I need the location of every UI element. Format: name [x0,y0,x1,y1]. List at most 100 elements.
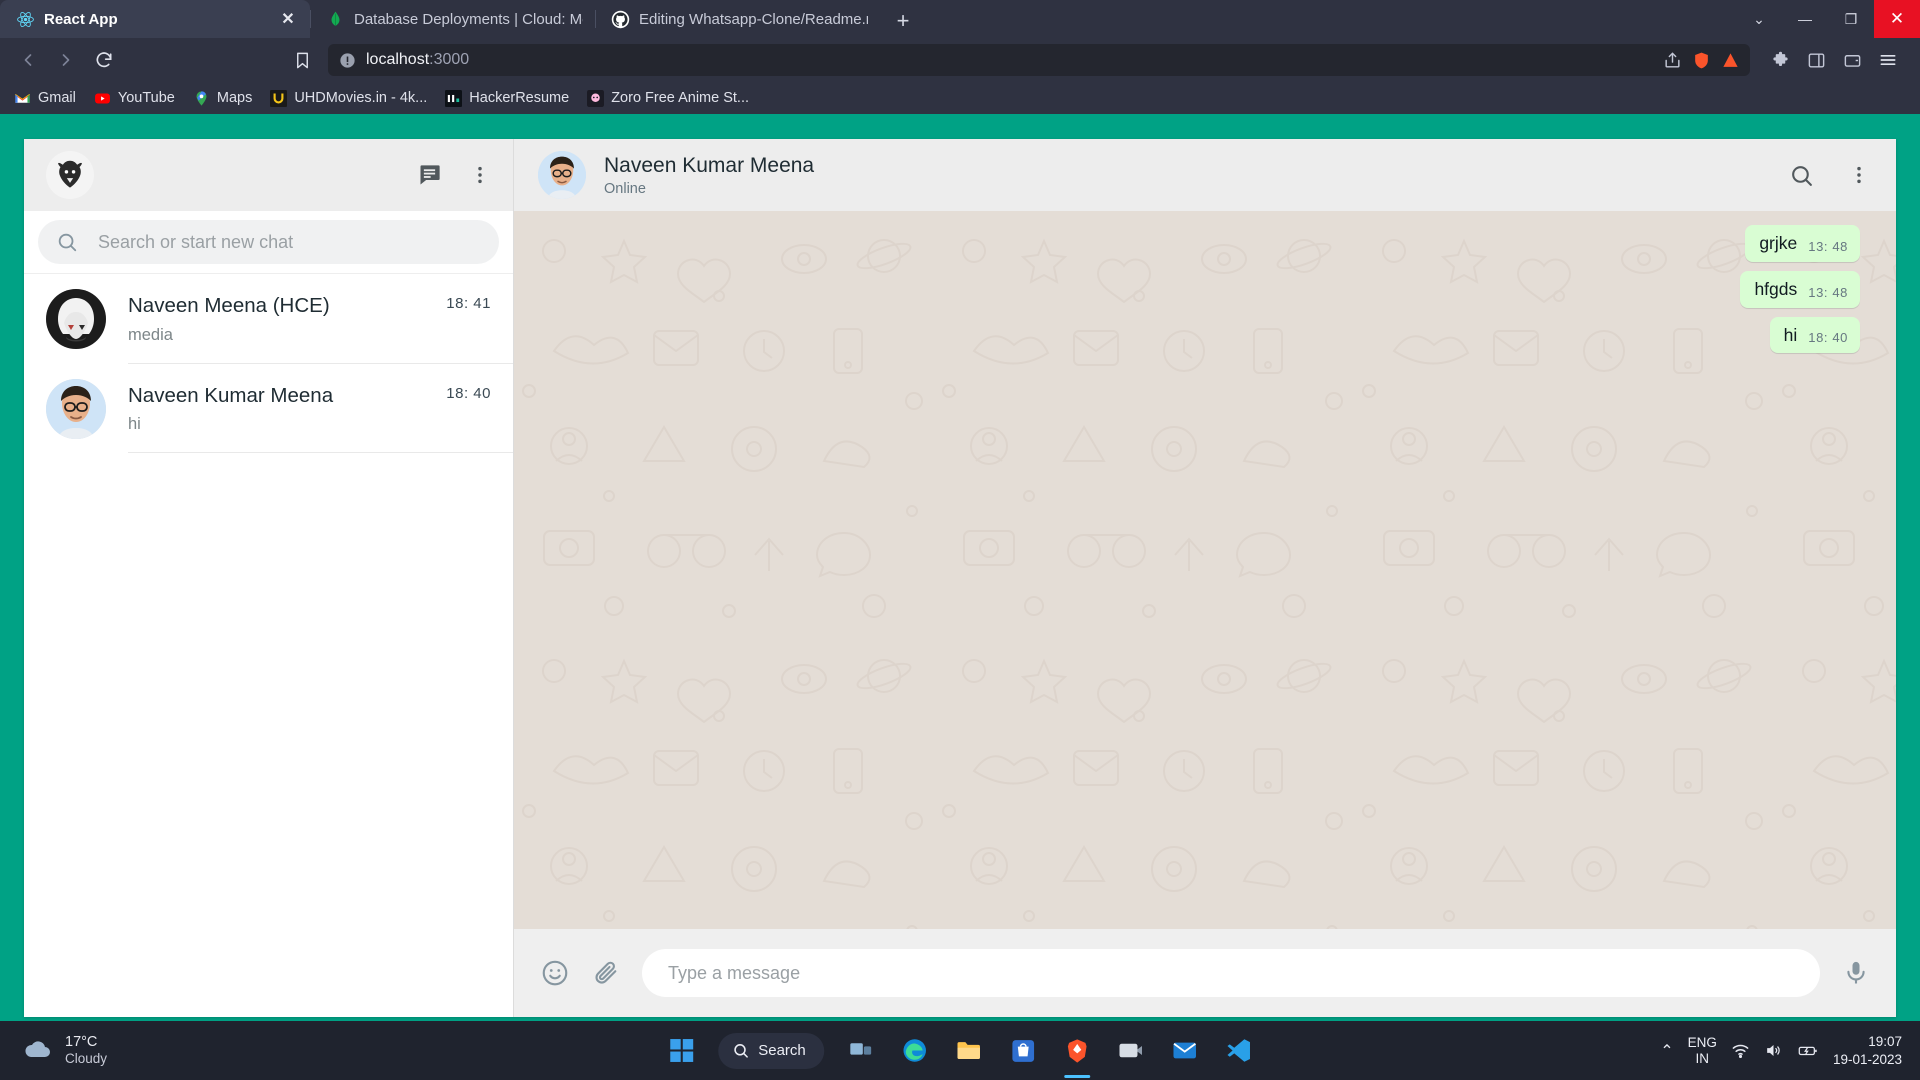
react-icon [16,10,35,29]
chat-avatar [46,379,106,439]
extensions-button[interactable] [1764,44,1796,76]
language-line-2: IN [1688,1051,1717,1067]
uhdmovies-icon [270,90,287,107]
voice-message-button[interactable] [1842,959,1870,987]
start-button[interactable] [658,1028,704,1074]
attachment-button[interactable] [592,959,620,987]
more-options-icon [469,164,491,186]
zoro-icon [587,90,604,107]
chat-item-texts: Naveen Kumar Meena hi [128,382,446,435]
language-line-1: ENG [1688,1035,1717,1051]
show-hidden-icons-button[interactable]: ⌃ [1660,1041,1673,1061]
hackerresume-icon [445,90,462,107]
minimize-button[interactable]: — [1782,0,1828,38]
url-text: localhost:3000 [366,51,469,69]
bookmark-uhdmovies[interactable]: UHDMovies.in - 4k... [270,90,427,107]
mail-icon [1171,1037,1198,1064]
clock-date: 19-01-2023 [1833,1051,1902,1069]
message-input[interactable] [668,963,1794,984]
chat-list-item-2[interactable]: Naveen Kumar Meena hi 18: 40 [24,364,513,454]
tab-close-button[interactable]: ✕ [278,9,298,29]
address-bar[interactable]: localhost:3000 [328,44,1750,76]
chat-search-button[interactable] [1789,163,1814,188]
edge-button[interactable] [892,1028,938,1074]
clock-time: 19:07 [1833,1033,1902,1051]
search-icon [1789,163,1814,188]
language-indicator[interactable]: ENG IN [1688,1035,1717,1066]
microsoft-store-button[interactable] [1000,1028,1046,1074]
chat-header-avatar[interactable] [538,151,586,199]
message-input-wrapper[interactable] [642,949,1820,997]
bookmark-gmail[interactable]: Gmail [14,90,76,107]
back-button[interactable] [10,42,46,78]
wifi-button[interactable] [1731,1041,1750,1060]
maximize-button[interactable]: ❐ [1828,0,1874,38]
mail-button[interactable] [1162,1028,1208,1074]
bookmark-this-page-button[interactable] [284,42,320,78]
bookmarks-bar: Gmail YouTube Maps UHDMovies.in - 4k... [0,82,1920,114]
share-icon[interactable] [1663,51,1682,70]
message-text: hfgds [1754,278,1797,301]
weather-widget[interactable]: 17°C Cloudy [0,1033,107,1068]
bitmoji-avatar-image [46,379,106,439]
file-explorer-icon [955,1037,982,1064]
message-area[interactable]: grjke13: 48hfgds13: 48hi18: 40 [514,211,1896,929]
brave-icon [1063,1037,1091,1065]
start-icon [669,1038,694,1063]
chat-list-item-1[interactable]: Naveen Meena (HCE) media 18: 41 [24,274,513,364]
bookmark-maps[interactable]: Maps [193,90,252,107]
emoji-icon [540,958,570,988]
chat-list[interactable]: Naveen Meena (HCE) media 18: 41 [24,274,513,1017]
search-bar[interactable] [38,220,499,264]
search-input[interactable] [98,232,481,253]
sidebar-toggle-button[interactable] [1800,44,1832,76]
brave-rewards-icon[interactable] [1721,51,1740,70]
battery-icon [1797,1041,1819,1060]
browser-menu-button[interactable] [1872,44,1904,76]
wallet-button[interactable] [1836,44,1868,76]
bitmoji-avatar-image [538,151,586,199]
tab-strip: React App ✕ Database Deployments | Cloud… [0,0,1920,38]
battery-button[interactable] [1797,1041,1819,1060]
chat-menu-button[interactable] [1848,164,1870,186]
volume-button[interactable] [1764,1041,1783,1060]
chat-header-name: Naveen Kumar Meena [604,153,814,178]
window-close-button[interactable]: ✕ [1874,0,1920,38]
reload-button[interactable] [86,42,122,78]
emoji-button[interactable] [540,958,570,988]
taskbar-center: Search [658,1028,1262,1074]
vscode-button[interactable] [1216,1028,1262,1074]
chat-timestamp: 18: 41 [446,292,491,312]
camera-button[interactable] [1108,1028,1154,1074]
search-icon [732,1042,749,1059]
hamburger-menu-icon [1878,50,1898,70]
weather-temperature: 17°C [65,1033,107,1051]
browser-window: React App ✕ Database Deployments | Cloud… [0,0,1920,1080]
task-view-button[interactable] [838,1028,884,1074]
brave-browser-button[interactable] [1054,1028,1100,1074]
file-explorer-button[interactable] [946,1028,992,1074]
sidebar-header-actions [416,162,491,189]
mongodb-icon [326,10,345,29]
profile-avatar[interactable] [46,151,94,199]
bookmark-youtube[interactable]: YouTube [94,90,175,107]
clock[interactable]: 19:07 19-01-2023 [1833,1033,1902,1068]
chat-last-message: media [128,326,446,345]
tab-react-app[interactable]: React App ✕ [0,0,310,38]
vscode-icon [1225,1037,1252,1064]
bookmark-zoro[interactable]: Zoro Free Anime St... [587,90,749,107]
wifi-icon [1731,1041,1750,1060]
window-controls: ⌄ — ❐ ✕ [1736,0,1920,38]
tab-search-button[interactable]: ⌄ [1736,0,1782,38]
brave-shields-icon[interactable] [1692,51,1711,70]
bookmark-hackerresume[interactable]: HackerResume [445,90,569,107]
tab-github[interactable]: Editing Whatsapp-Clone/Readme.md [595,0,880,38]
new-tab-button[interactable]: + [886,4,920,38]
forward-button[interactable] [48,42,84,78]
new-chat-button[interactable] [416,162,443,189]
taskbar-search[interactable]: Search [718,1033,824,1069]
sidebar-menu-button[interactable] [469,164,491,186]
task-view-icon [848,1038,873,1063]
tab-mongodb[interactable]: Database Deployments | Cloud: Mong [310,0,595,38]
chat-sidebar: Naveen Meena (HCE) media 18: 41 [24,139,514,1017]
